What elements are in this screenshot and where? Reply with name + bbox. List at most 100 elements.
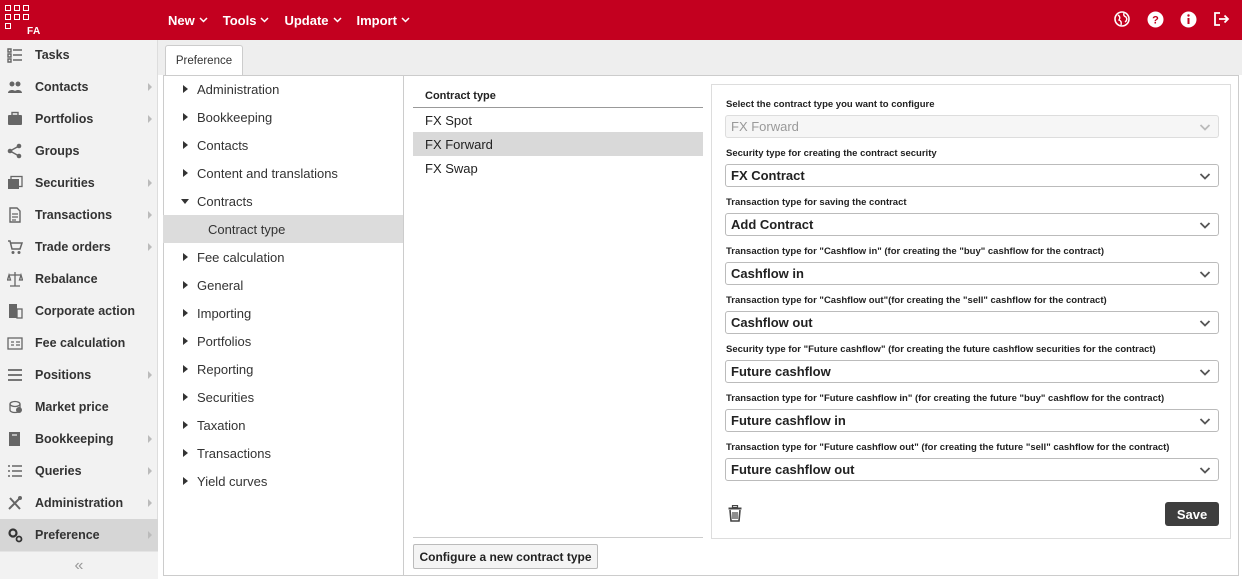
- tree-item-general[interactable]: General: [163, 271, 403, 299]
- chevron-right-icon: [148, 371, 152, 379]
- caret-right-icon[interactable]: [183, 281, 188, 289]
- sidebar-item-preference[interactable]: Preference: [0, 519, 158, 551]
- tree-item-label: Contract type: [208, 221, 286, 237]
- field-select: FX Forward: [725, 115, 1219, 138]
- tree-item-contacts[interactable]: Contacts: [163, 131, 403, 159]
- menu-import[interactable]: Import: [357, 13, 410, 28]
- tree-item-administration[interactable]: Administration: [163, 75, 403, 103]
- sidebar-item-label: Transactions: [35, 208, 113, 222]
- caret-right-icon[interactable]: [183, 85, 188, 93]
- caret-right-icon[interactable]: [183, 169, 188, 177]
- sidebar-item-market-price[interactable]: Market price: [0, 391, 158, 423]
- caret-right-icon[interactable]: [183, 309, 188, 317]
- caret-down-icon[interactable]: [181, 198, 189, 204]
- caret-right-icon[interactable]: [183, 113, 188, 121]
- caret-right-icon[interactable]: [183, 477, 188, 485]
- field-select[interactable]: Future cashflow: [725, 360, 1219, 383]
- sidebar-item-label: Portfolios: [35, 112, 94, 126]
- sidebar-item-corporate-action[interactable]: Corporate action: [0, 295, 158, 327]
- field-label: Transaction type for "Future cashflow ou…: [726, 442, 1170, 453]
- tree-item-label: Securities: [197, 389, 255, 405]
- menu-import-label: Import: [356, 12, 397, 28]
- double-chevron-left-icon: «: [74, 556, 84, 574]
- field-label: Select the contract type you want to con…: [726, 99, 935, 110]
- field-label: Transaction type for "Cashflow in" (for …: [726, 246, 1105, 257]
- tree-item-securities[interactable]: Securities: [163, 383, 403, 411]
- chevron-down-icon: [1199, 173, 1211, 180]
- tab-preference[interactable]: Preference: [165, 45, 243, 76]
- menu-new[interactable]: New: [168, 13, 208, 28]
- chevron-down-icon: [1199, 124, 1211, 131]
- caret-right-icon[interactable]: [183, 253, 188, 261]
- collapse-sidebar-button[interactable]: «: [0, 551, 158, 579]
- chevron-right-icon: [148, 115, 152, 123]
- menu-tools[interactable]: Tools: [223, 13, 270, 28]
- sidebar-item-label: Corporate action: [35, 304, 136, 318]
- fa-logo[interactable]: FA: [5, 5, 45, 37]
- caret-right-icon[interactable]: [183, 365, 188, 373]
- tree-item-bookkeeping[interactable]: Bookkeeping: [163, 103, 403, 131]
- chevron-right-icon: [148, 179, 152, 187]
- sidebar-item-label: Trade orders: [35, 240, 111, 254]
- trash-icon[interactable]: [728, 504, 744, 523]
- logout-icon[interactable]: [1212, 10, 1230, 28]
- field-select[interactable]: Future cashflow in: [725, 409, 1219, 432]
- chevron-down-icon: [401, 17, 410, 23]
- sidebar-item-tasks[interactable]: Tasks: [0, 39, 158, 71]
- sidebar-item-positions[interactable]: Positions: [0, 359, 158, 391]
- sidebar-item-fee-calculation[interactable]: Fee calculation: [0, 327, 158, 359]
- tree-item-label: Bookkeeping: [197, 109, 273, 125]
- sidebar-item-label: Fee calculation: [35, 336, 126, 350]
- sidebar-item-trade-orders[interactable]: Trade orders: [0, 231, 158, 263]
- logo-text: FA: [27, 26, 41, 37]
- tree-item-contract-type[interactable]: Contract type: [163, 215, 403, 243]
- tree-item-contracts[interactable]: Contracts: [163, 187, 403, 215]
- sidebar-item-queries[interactable]: Queries: [0, 455, 158, 487]
- chevron-down-icon: [332, 17, 342, 23]
- tree-item-fee-calculation[interactable]: Fee calculation: [163, 243, 403, 271]
- caret-right-icon[interactable]: [183, 337, 188, 345]
- chevron-right-icon: [148, 499, 152, 507]
- tree-item-transactions[interactable]: Transactions: [163, 439, 403, 467]
- tree-item-importing[interactable]: Importing: [163, 299, 403, 327]
- field-select[interactable]: Cashflow out: [725, 311, 1219, 334]
- sidebar-item-groups[interactable]: Groups: [0, 135, 158, 167]
- field-select[interactable]: Cashflow in: [725, 262, 1219, 285]
- tree-item-taxation[interactable]: Taxation: [163, 411, 403, 439]
- tree-item-label: Taxation: [197, 417, 246, 433]
- sidebar-item-label: Queries: [35, 464, 82, 478]
- configure-new-contract-type-button[interactable]: Configure a new contract type: [413, 544, 598, 569]
- sidebar-item-portfolios[interactable]: Portfolios: [0, 103, 158, 135]
- sidebar-item-contacts[interactable]: Contacts: [0, 71, 158, 103]
- menu-update[interactable]: Update: [284, 13, 342, 28]
- sidebar-item-transactions[interactable]: Transactions: [0, 199, 158, 231]
- info-icon[interactable]: [1179, 10, 1197, 28]
- globe-icon[interactable]: [1113, 10, 1131, 28]
- caret-right-icon[interactable]: [183, 393, 188, 401]
- field-select[interactable]: FX Contract: [725, 164, 1219, 187]
- caret-right-icon[interactable]: [183, 449, 188, 457]
- tree-item-content-and-translations[interactable]: Content and translations: [163, 159, 403, 187]
- field-select[interactable]: Future cashflow out: [725, 458, 1219, 481]
- menu-tools-label: Tools: [222, 12, 257, 28]
- help-icon[interactable]: ?: [1146, 10, 1164, 28]
- field-select[interactable]: Add Contract: [725, 213, 1219, 236]
- tree-item-label: Content and translations: [197, 165, 338, 181]
- save-button[interactable]: Save: [1165, 502, 1219, 526]
- caret-right-icon[interactable]: [183, 141, 188, 149]
- caret-right-icon[interactable]: [183, 421, 188, 429]
- securities-icon: [7, 175, 23, 191]
- sidebar-item-rebalance[interactable]: Rebalance: [0, 263, 158, 295]
- contract-type-row[interactable]: FX Spot: [413, 108, 703, 132]
- tree-item-portfolios[interactable]: Portfolios: [163, 327, 403, 355]
- tree-item-reporting[interactable]: Reporting: [163, 355, 403, 383]
- contacts-icon: [7, 79, 23, 95]
- tools-icon: [7, 495, 23, 511]
- contract-type-row[interactable]: FX Forward: [413, 132, 703, 156]
- sidebar-item-bookkeeping[interactable]: Bookkeeping: [0, 423, 158, 455]
- tree-item-yield-curves[interactable]: Yield curves: [163, 467, 403, 495]
- sidebar-item-administration[interactable]: Administration: [0, 487, 158, 519]
- contract-type-row[interactable]: FX Swap: [413, 156, 703, 180]
- chevron-down-icon: [1199, 320, 1211, 327]
- sidebar-item-securities[interactable]: Securities: [0, 167, 158, 199]
